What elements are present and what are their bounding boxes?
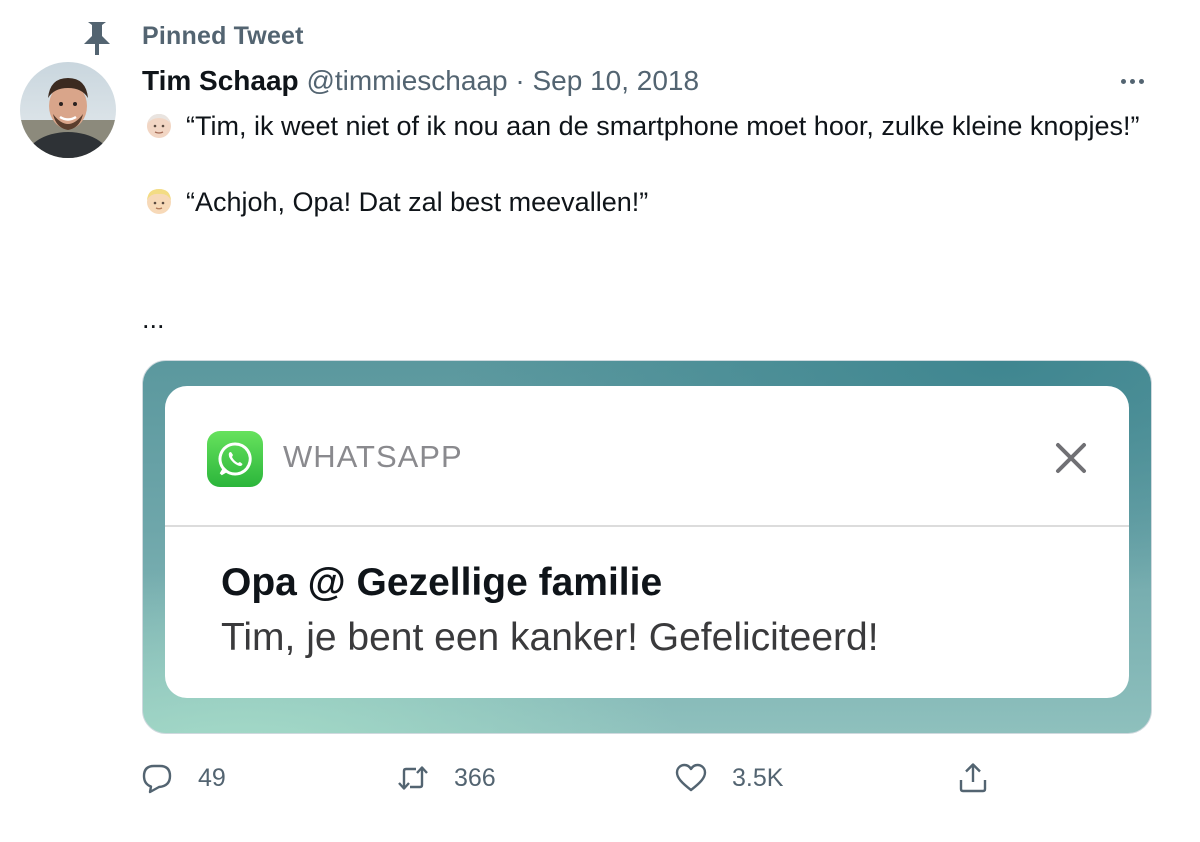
author-name[interactable]: Tim Schaap (142, 65, 299, 96)
pin-icon (82, 20, 112, 56)
retweet-count: 366 (454, 763, 496, 792)
tweet-date[interactable]: Sep 10, 2018 (532, 65, 699, 96)
heart-icon (675, 763, 707, 792)
old-man-emoji-icon (144, 110, 174, 140)
header-separator: · (515, 65, 525, 96)
notification-app-name: WHATSAPP (283, 439, 463, 474)
tweet-line-2: “Achjoh, Opa! Dat zal best meevallen!” (142, 183, 1152, 221)
avatar[interactable] (20, 62, 116, 158)
tweet-header: Tim Schaap @timmieschaap · Sep 10, 2018 (142, 62, 699, 100)
tweet-media-image[interactable]: WHATSAPP Opa @ Gezellige familie Tim, je… (142, 360, 1152, 734)
retweet-button[interactable]: 366 (396, 758, 496, 798)
blond-person-emoji-icon (144, 186, 174, 216)
whatsapp-logo-icon (207, 431, 263, 487)
share-icon (959, 763, 987, 793)
retweet-icon (398, 766, 428, 790)
tweet-line-1: “Tim, ik weet niet of ik nou aan de smar… (142, 107, 1152, 145)
author-handle[interactable]: @timmieschaap (306, 65, 507, 96)
share-button[interactable] (956, 758, 990, 798)
tweet-line-2-text: “Achjoh, Opa! Dat zal best meevallen!” (186, 187, 649, 217)
pinned-tweet-label: Pinned Tweet (142, 22, 304, 50)
reply-button[interactable]: 49 (140, 758, 226, 798)
tweet-ellipsis: ... (142, 304, 165, 334)
notification-body: Tim, je bent een kanker! Gefeliciteerd! (221, 616, 879, 659)
like-count: 3.5K (732, 763, 784, 792)
reply-icon (142, 764, 172, 794)
notification-title: Opa @ Gezellige familie (221, 561, 663, 604)
whatsapp-notification: WHATSAPP Opa @ Gezellige familie Tim, je… (165, 386, 1129, 698)
notification-divider (165, 525, 1129, 527)
more-icon[interactable] (1112, 66, 1152, 96)
tweet-text: “Tim, ik weet niet of ik nou aan de smar… (142, 107, 1152, 221)
reply-count: 49 (198, 763, 226, 792)
tweet-line-1-text: “Tim, ik weet niet of ik nou aan de smar… (186, 111, 1140, 141)
close-icon (1051, 438, 1091, 478)
like-button[interactable]: 3.5K (674, 758, 783, 798)
